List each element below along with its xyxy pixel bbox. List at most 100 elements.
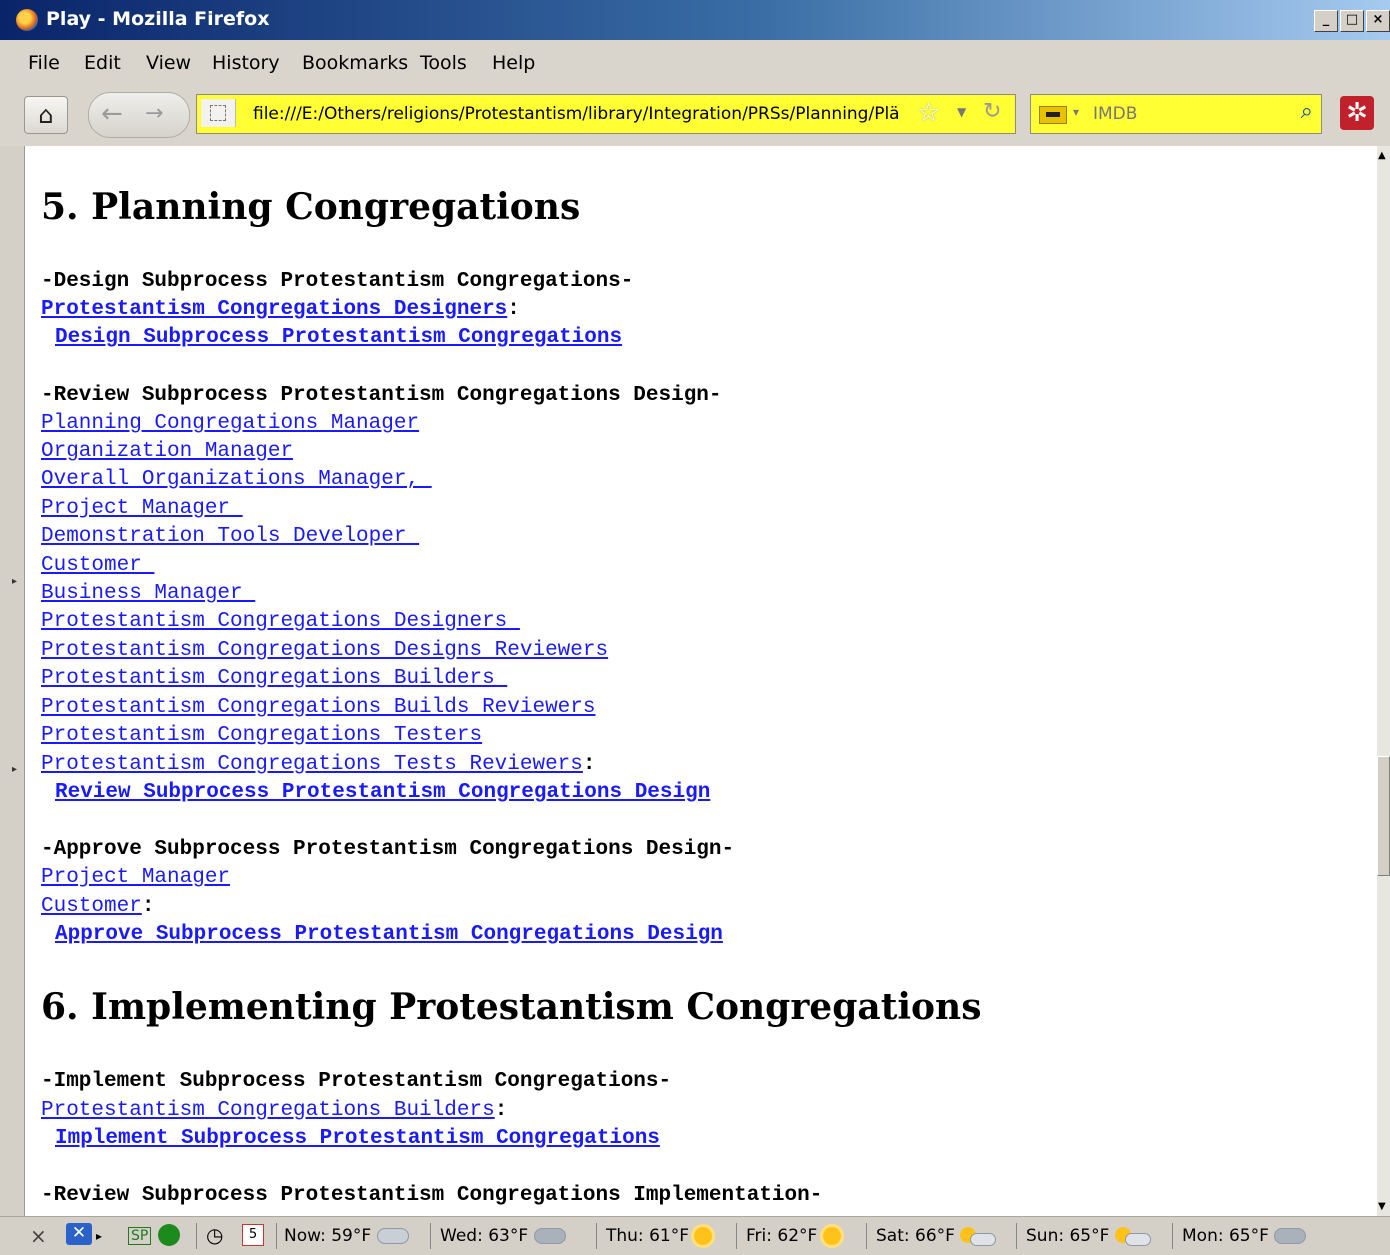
review-participant-line: Protestantism Congregations Tests Review… [41,753,596,776]
review-implementation-heading: -Review Subprocess Protestantism Congreg… [41,1184,823,1207]
approve-subprocess-heading: -Approve Subprocess Protestantism Congre… [41,838,735,861]
separator [196,1223,197,1249]
implement-subprocess-link[interactable]: Implement Subprocess Protestantism Congr… [55,1127,660,1150]
clock-icon[interactable]: ◷ [206,1223,223,1247]
participant-link[interactable]: Project Manager [41,866,230,889]
sidebar-splitter[interactable]: ▸ ▸ [0,146,25,1216]
bookmark-star-icon[interactable]: ☆ [917,98,940,128]
review-participant-line: Protestantism Congregations Designs Revi… [41,639,608,662]
weather-sat-text: Sat: 66°F [876,1226,955,1246]
review-participant-line: Protestantism Congregations Builders [41,667,507,690]
weather-wed[interactable]: Wed: 63°F [440,1226,566,1246]
weather-mon[interactable]: Mon: 65°F [1182,1226,1307,1246]
green-status-icon[interactable] [158,1224,180,1246]
review-subprocess-heading: -Review Subprocess Protestantism Congreg… [41,384,722,407]
calendar-icon[interactable]: 5 [242,1224,264,1246]
scroll-up-icon[interactable]: ▲ [1378,150,1386,161]
weather-thu-text: Thu: 61°F [606,1226,689,1246]
review-participant-line: Protestantism Congregations Testers [41,724,482,747]
menu-edit[interactable]: Edit [84,52,121,74]
partly-cloudy-icon [960,1227,997,1246]
review-action-line: Review Subprocess Protestantism Congrega… [55,781,710,804]
menu-history[interactable]: History [212,52,280,74]
close-addon-bar-icon[interactable]: × [30,1224,47,1248]
minimize-button[interactable]: _ [1314,10,1338,32]
weather-now[interactable]: Now: 59°F [284,1226,409,1246]
search-engine-dropdown-icon[interactable]: ▾ [1073,105,1079,119]
site-identity-icon[interactable] [201,99,236,127]
weather-now-text: Now: 59°F [284,1226,372,1246]
rain-cloud-icon [533,1228,566,1244]
participant-link[interactable]: Customer [41,554,154,577]
participant-link[interactable]: Project Manager [41,497,243,520]
menu-view[interactable]: View [146,52,191,74]
navigation-toolbar: ⌂ ← → file:///E:/Others/religions/Protes… [0,84,1390,146]
approve-subprocess-link[interactable]: Approve Subprocess Protestantism Congreg… [55,923,723,946]
menu-tools[interactable]: Tools [420,52,467,74]
weather-sun-text: Sun: 65°F [1026,1226,1110,1246]
address-bar[interactable]: file:///E:/Others/religions/Protestantis… [196,94,1016,134]
weather-mon-text: Mon: 65°F [1182,1226,1269,1246]
sp-badge[interactable]: SP [128,1227,152,1245]
menu-help[interactable]: Help [492,52,535,74]
reload-icon[interactable]: ↻ [983,99,1001,124]
scrollbar-thumb[interactable] [1377,756,1390,876]
maximize-button[interactable]: □ [1340,10,1364,32]
colon: : [141,895,155,918]
review-participant-line: Organization Manager [41,440,293,463]
sun-icon [694,1227,713,1245]
search-icon[interactable]: ⌕ [1301,99,1313,124]
weather-thu[interactable]: Thu: 61°F [606,1226,713,1246]
url-text[interactable]: file:///E:/Others/religions/Protestantis… [253,104,913,124]
menu-bar: File Edit View History Bookmarks Tools H… [0,40,1390,84]
close-button[interactable]: × [1366,10,1390,32]
participant-link[interactable]: Demonstration Tools Developer [41,525,419,548]
splitter-grip-icon: ▸ [12,764,18,775]
implement-subprocess-heading: -Implement Subprocess Protestantism Cong… [41,1070,672,1093]
participant-link[interactable]: Protestantism Congregations Builds Revie… [41,696,596,719]
search-engine-icon[interactable] [1039,106,1067,124]
colon: : [507,298,520,321]
separator [276,1223,277,1249]
home-icon[interactable]: ⌂ [24,96,68,134]
participant-link[interactable]: Business Manager [41,582,255,605]
vertical-scrollbar[interactable]: ▲ ▼ [1377,146,1390,1216]
participant-link[interactable]: Protestantism Congregations Designs Revi… [41,639,608,662]
separator [430,1223,431,1249]
participant-link[interactable]: Protestantism Congregations Testers [41,724,482,747]
participant-link[interactable]: Organization Manager [41,440,293,463]
participant-link[interactable]: Protestantism Congregations Designers [41,610,520,633]
extension-x-icon[interactable]: ✕ [66,1223,92,1245]
partly-cloudy-icon [1114,1227,1151,1246]
participant-link[interactable]: Protestantism Congregations Builders [41,667,507,690]
weather-sat[interactable]: Sat: 66°F [876,1226,997,1246]
addon-icon[interactable]: ✲ [1340,96,1374,130]
extension-dropdown-icon[interactable]: ▸ [96,1229,102,1243]
back-arrow-icon[interactable]: ← [101,99,123,129]
review-participant-line: Planning Congregations Manager [41,412,419,435]
approve-participant-line: Project Manager [41,866,230,889]
approve-participant-line: Customer: [41,895,154,918]
firefox-icon [16,9,38,31]
review-participant-line: Protestantism Congregations Builds Revie… [41,696,596,719]
search-bar[interactable]: ▾ IMDB ⌕ [1030,94,1322,134]
weather-fri[interactable]: Fri: 62°F [746,1226,841,1246]
participant-link[interactable]: Protestantism Congregations Tests Review… [41,753,583,776]
scroll-down-icon[interactable]: ▼ [1378,1201,1386,1212]
design-subprocess-link[interactable]: Design Subprocess Protestantism Congrega… [55,326,622,349]
window-title: Play - Mozilla Firefox [46,8,270,30]
participant-link[interactable]: Protestantism Congregations Designers [41,298,507,321]
participant-link[interactable]: Protestantism Congregations Builders [41,1099,495,1122]
menu-file[interactable]: File [28,52,60,74]
participant-link[interactable]: Overall Organizations Manager, [41,468,432,491]
participant-link[interactable]: Planning Congregations Manager [41,412,419,435]
menu-bookmarks[interactable]: Bookmarks [302,52,408,74]
search-input[interactable]: IMDB [1093,104,1137,124]
review-participant-line: Project Manager [41,497,243,520]
forward-arrow-icon[interactable]: → [145,101,163,126]
participant-link[interactable]: Customer [41,895,142,918]
history-dropdown-icon[interactable]: ▼ [957,105,966,119]
weather-sun[interactable]: Sun: 65°F [1026,1226,1151,1246]
separator [596,1223,597,1249]
review-subprocess-link[interactable]: Review Subprocess Protestantism Congrega… [55,781,710,804]
